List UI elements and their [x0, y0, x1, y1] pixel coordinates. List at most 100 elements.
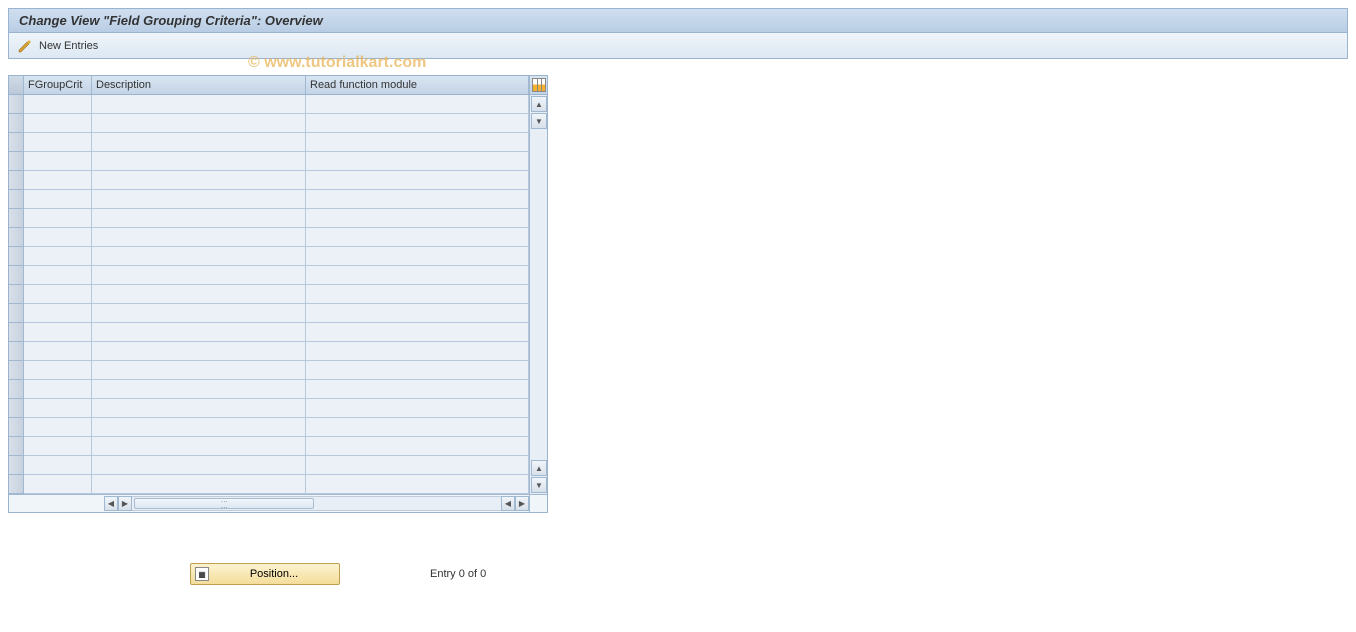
column-header-readfn[interactable]: Read function module: [306, 76, 529, 94]
cell-readfn[interactable]: [306, 190, 529, 209]
cell-readfn[interactable]: [306, 304, 529, 323]
table-row[interactable]: [9, 190, 529, 209]
scroll-up-button[interactable]: ▲: [531, 96, 547, 112]
hscroll-thumb[interactable]: [134, 498, 314, 509]
cell-description[interactable]: [92, 456, 306, 475]
hscroll-left-button[interactable]: ◀: [104, 496, 118, 511]
cell-readfn[interactable]: [306, 475, 529, 494]
cell-description[interactable]: [92, 209, 306, 228]
pencil-glasses-icon[interactable]: [17, 38, 33, 54]
cell-fgroupcrit[interactable]: [24, 418, 92, 437]
cell-readfn[interactable]: [306, 95, 529, 114]
position-button[interactable]: ▦ Position...: [190, 563, 340, 585]
row-selector[interactable]: [9, 190, 24, 209]
cell-description[interactable]: [92, 380, 306, 399]
cell-readfn[interactable]: [306, 323, 529, 342]
row-selector[interactable]: [9, 456, 24, 475]
vertical-scrollbar[interactable]: ▲ ▼ ▲ ▼: [529, 95, 547, 494]
table-row[interactable]: [9, 399, 529, 418]
column-header-fgroupcrit[interactable]: FGroupCrit: [24, 76, 92, 94]
table-row[interactable]: [9, 456, 529, 475]
cell-readfn[interactable]: [306, 361, 529, 380]
cell-description[interactable]: [92, 152, 306, 171]
cell-description[interactable]: [92, 304, 306, 323]
table-row[interactable]: [9, 361, 529, 380]
row-selector[interactable]: [9, 209, 24, 228]
scroll-down-step-button[interactable]: ▼: [531, 113, 547, 129]
cell-description[interactable]: [92, 114, 306, 133]
table-row[interactable]: [9, 114, 529, 133]
cell-description[interactable]: [92, 323, 306, 342]
cell-readfn[interactable]: [306, 152, 529, 171]
cell-readfn[interactable]: [306, 285, 529, 304]
hscroll-right-step-button[interactable]: ▶: [118, 496, 132, 511]
cell-fgroupcrit[interactable]: [24, 342, 92, 361]
cell-fgroupcrit[interactable]: [24, 228, 92, 247]
row-selector[interactable]: [9, 152, 24, 171]
cell-description[interactable]: [92, 190, 306, 209]
cell-readfn[interactable]: [306, 437, 529, 456]
cell-fgroupcrit[interactable]: [24, 114, 92, 133]
cell-fgroupcrit[interactable]: [24, 361, 92, 380]
table-row[interactable]: [9, 247, 529, 266]
table-row[interactable]: [9, 342, 529, 361]
scroll-up-step-button[interactable]: ▲: [531, 460, 547, 476]
table-row[interactable]: [9, 418, 529, 437]
cell-description[interactable]: [92, 475, 306, 494]
cell-readfn[interactable]: [306, 171, 529, 190]
table-row[interactable]: [9, 171, 529, 190]
cell-fgroupcrit[interactable]: [24, 152, 92, 171]
row-selector[interactable]: [9, 418, 24, 437]
cell-readfn[interactable]: [306, 342, 529, 361]
table-row[interactable]: [9, 266, 529, 285]
cell-description[interactable]: [92, 342, 306, 361]
table-row[interactable]: [9, 475, 529, 494]
cell-description[interactable]: [92, 171, 306, 190]
scroll-down-button[interactable]: ▼: [531, 477, 547, 493]
cell-description[interactable]: [92, 285, 306, 304]
cell-description[interactable]: [92, 95, 306, 114]
cell-fgroupcrit[interactable]: [24, 266, 92, 285]
row-selector[interactable]: [9, 323, 24, 342]
row-selector[interactable]: [9, 247, 24, 266]
new-entries-button[interactable]: New Entries: [39, 40, 98, 52]
row-selector[interactable]: [9, 228, 24, 247]
cell-description[interactable]: [92, 247, 306, 266]
hscroll-left-step-button[interactable]: ◀: [501, 496, 515, 511]
row-selector[interactable]: [9, 171, 24, 190]
cell-readfn[interactable]: [306, 380, 529, 399]
table-row[interactable]: [9, 152, 529, 171]
table-row[interactable]: [9, 133, 529, 152]
table-row[interactable]: [9, 304, 529, 323]
column-header-description[interactable]: Description: [92, 76, 306, 94]
row-selector[interactable]: [9, 399, 24, 418]
cell-readfn[interactable]: [306, 133, 529, 152]
cell-fgroupcrit[interactable]: [24, 380, 92, 399]
row-selector[interactable]: [9, 285, 24, 304]
table-config-button[interactable]: [529, 76, 547, 94]
cell-description[interactable]: [92, 437, 306, 456]
cell-description[interactable]: [92, 266, 306, 285]
table-row[interactable]: [9, 323, 529, 342]
row-selector[interactable]: [9, 95, 24, 114]
hscroll-track[interactable]: [132, 496, 501, 511]
cell-readfn[interactable]: [306, 266, 529, 285]
table-row[interactable]: [9, 285, 529, 304]
cell-readfn[interactable]: [306, 114, 529, 133]
table-row[interactable]: [9, 437, 529, 456]
cell-fgroupcrit[interactable]: [24, 190, 92, 209]
cell-fgroupcrit[interactable]: [24, 456, 92, 475]
cell-description[interactable]: [92, 399, 306, 418]
cell-description[interactable]: [92, 133, 306, 152]
table-row[interactable]: [9, 380, 529, 399]
table-row[interactable]: [9, 95, 529, 114]
row-selector[interactable]: [9, 114, 24, 133]
row-selector[interactable]: [9, 361, 24, 380]
cell-fgroupcrit[interactable]: [24, 171, 92, 190]
cell-readfn[interactable]: [306, 209, 529, 228]
row-selector[interactable]: [9, 304, 24, 323]
cell-readfn[interactable]: [306, 247, 529, 266]
cell-readfn[interactable]: [306, 418, 529, 437]
table-row[interactable]: [9, 209, 529, 228]
cell-description[interactable]: [92, 418, 306, 437]
